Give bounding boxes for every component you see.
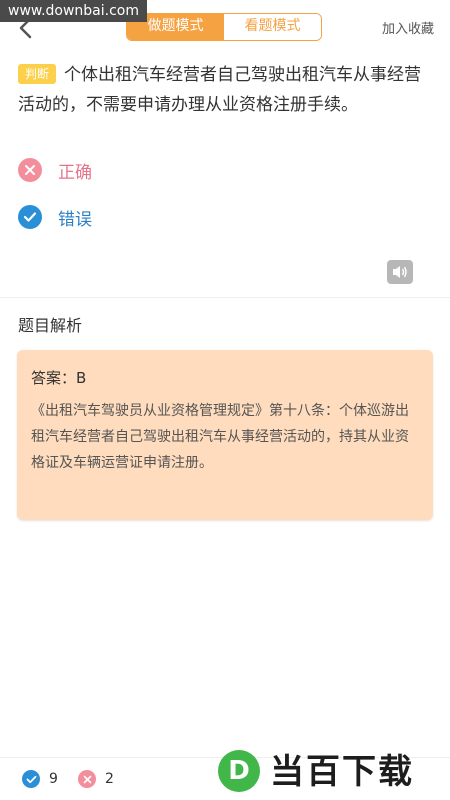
brand-watermark: D 当百下载: [218, 748, 448, 794]
check-icon: [22, 770, 40, 788]
explanation-text: 《出租汽车驾驶员从业资格管理规定》第十八条：个体巡游出租汽车经营者自己驾驶出租汽…: [31, 403, 409, 471]
option-false[interactable]: 错误: [18, 204, 92, 230]
correct-count-stat[interactable]: 9: [22, 770, 58, 788]
question-type-badge: 判断: [18, 64, 57, 84]
question-text: 个体出租汽车经营者自己驾驶出租汽车从事经营活动的，不需要申请办理从业资格注册手续…: [18, 65, 422, 115]
option-label: 错误: [58, 209, 92, 230]
brand-name: 当百下载: [270, 752, 414, 792]
tab-review-mode[interactable]: 看题模式: [224, 14, 321, 40]
option-true[interactable]: 正确: [18, 157, 92, 183]
watermark-url: www.downbai.com: [0, 0, 147, 22]
add-favorite-button[interactable]: 加入收藏: [382, 18, 434, 37]
mode-switch: 做题模式 看题模式: [126, 13, 322, 41]
brand-logo-mark: D: [218, 750, 260, 792]
audio-button[interactable]: [387, 260, 413, 284]
analysis-card: 答案：B 《出租汽车驾驶员从业资格管理规定》第十八条：个体巡游出租汽车经营者自己…: [17, 350, 433, 520]
divider: [0, 297, 450, 298]
question-block: 判断 个体出租汽车经营者自己驾驶出租汽车从事经营活动的，不需要申请办理从业资格注册…: [18, 60, 434, 120]
wrong-count: 2: [105, 771, 114, 787]
analysis-title: 题目解析: [18, 316, 83, 335]
option-label: 正确: [58, 162, 92, 183]
speaker-icon: [393, 266, 407, 278]
check-icon: [18, 205, 42, 229]
x-icon: [18, 158, 42, 182]
wrong-count-stat[interactable]: 2: [78, 770, 114, 788]
answer-text: 答案：B: [31, 369, 87, 387]
x-icon: [78, 770, 96, 788]
correct-count: 9: [49, 771, 58, 787]
